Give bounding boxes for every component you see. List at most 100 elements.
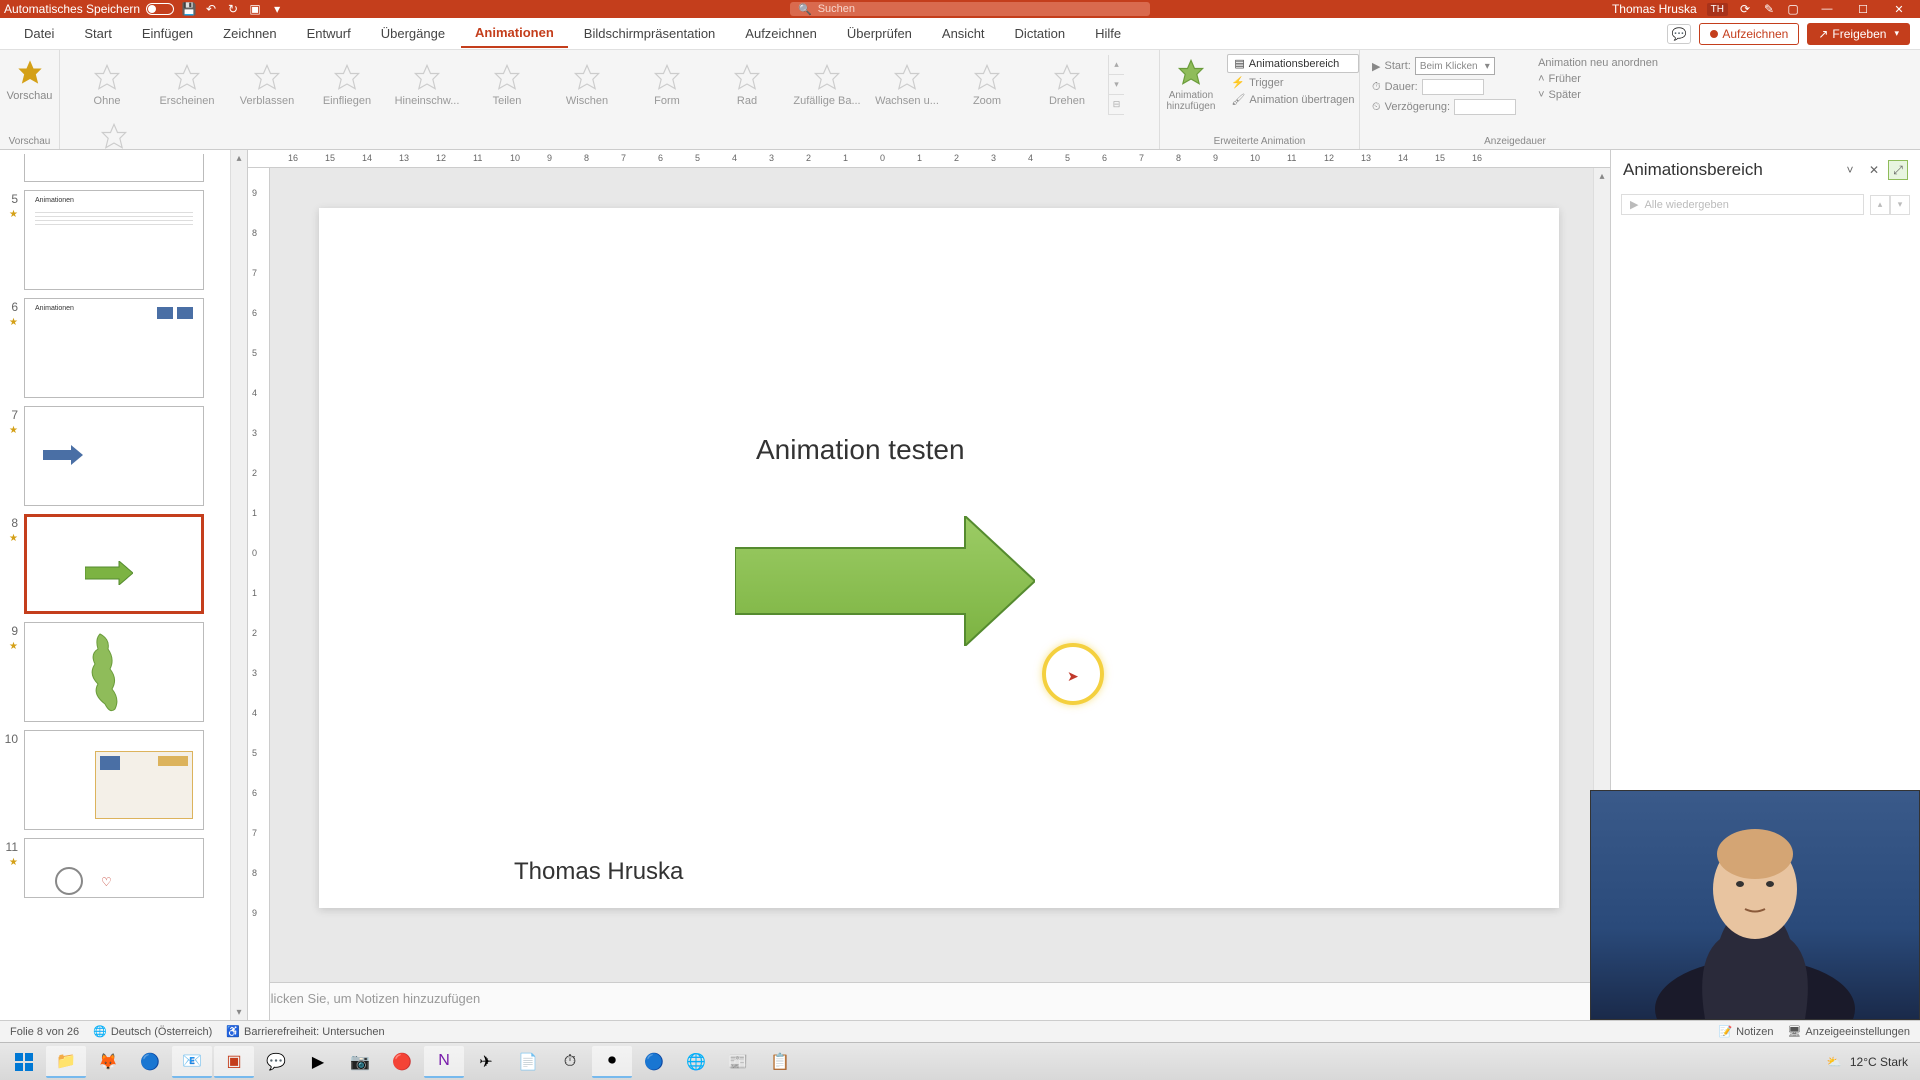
thumb-9[interactable]	[24, 622, 204, 722]
maximize-button[interactable]: ☐	[1846, 1, 1880, 17]
app5-icon[interactable]: ⏱	[550, 1046, 590, 1078]
thumb-11[interactable]: ♡	[24, 838, 204, 898]
trigger-button[interactable]: ⚡Trigger	[1227, 75, 1358, 90]
anim-zoom[interactable]: Zoom	[948, 54, 1026, 116]
animation-pane-button[interactable]: ▤Animationsbereich	[1227, 54, 1358, 73]
anim-drehen[interactable]: Drehen	[1028, 54, 1106, 116]
share-button[interactable]: ↗ Freigeben ▾	[1807, 23, 1910, 45]
username-label[interactable]: Thomas Hruska	[1612, 2, 1697, 16]
anim-einfliegen[interactable]: Einfliegen	[308, 54, 386, 116]
tab-uebergaenge[interactable]: Übergänge	[367, 20, 459, 47]
tab-entwurf[interactable]: Entwurf	[293, 20, 365, 47]
vlc-icon[interactable]: ▶	[298, 1046, 338, 1078]
accessibility-status[interactable]: ♿Barrierefreiheit: Untersuchen	[226, 1025, 384, 1038]
slide-list[interactable]: 5★Animationen 6★Animationen 7★ 8★ 9★ 10 …	[0, 150, 230, 1020]
anim-verblassen[interactable]: Verblassen	[228, 54, 306, 116]
duration-input[interactable]	[1422, 79, 1484, 95]
draw-icon[interactable]: ✎	[1762, 2, 1776, 16]
slide-footer-text[interactable]: Thomas Hruska	[514, 858, 683, 886]
notes-button[interactable]: 📝Notizen	[1718, 1025, 1773, 1038]
start-select[interactable]: Beim Klicken▾	[1415, 57, 1495, 75]
anim-hineinschweben[interactable]: Hineinschw...	[388, 54, 466, 116]
onenote-icon[interactable]: N	[424, 1046, 464, 1078]
scroll-down-icon[interactable]: ▾	[231, 1004, 247, 1020]
anim-wachsen[interactable]: Wachsen u...	[868, 54, 946, 116]
earlier-button[interactable]: ˄Früher	[1534, 72, 1662, 86]
record-button[interactable]: Aufzeichnen	[1699, 23, 1799, 45]
pane-close-icon[interactable]: ✕	[1864, 160, 1884, 180]
later-button[interactable]: ˅Später	[1534, 88, 1662, 102]
scroll-up-icon[interactable]: ▴	[231, 150, 247, 166]
telegram-icon[interactable]: ✈	[466, 1046, 506, 1078]
present-icon[interactable]: ▣	[248, 2, 262, 16]
system-tray[interactable]: ⛅ 12°C Stark	[1827, 1055, 1916, 1069]
tab-einfuegen[interactable]: Einfügen	[128, 20, 207, 47]
app9-icon[interactable]: 📋	[760, 1046, 800, 1078]
user-initials[interactable]: TH	[1707, 3, 1728, 16]
undo-icon[interactable]: ↶	[204, 2, 218, 16]
start-button[interactable]	[4, 1046, 44, 1078]
delay-input[interactable]	[1454, 99, 1516, 115]
tab-datei[interactable]: Datei	[10, 20, 68, 47]
autosave-toggle[interactable]: Automatisches Speichern	[4, 2, 174, 16]
display-settings-button[interactable]: 🖥Anzeigeeinstellungen	[1787, 1025, 1910, 1038]
animation-painter-button[interactable]: 🖌Animation übertragen	[1227, 92, 1358, 107]
firefox-icon[interactable]: 🦊	[88, 1046, 128, 1078]
tab-bildschirm[interactable]: Bildschirmpräsentation	[570, 20, 730, 47]
anim-wischen[interactable]: Wischen	[548, 54, 626, 116]
comments-button[interactable]: 💬	[1667, 24, 1691, 44]
explorer-icon[interactable]: 📁	[46, 1046, 86, 1078]
green-arrow-shape[interactable]	[735, 516, 1035, 646]
slide-counter[interactable]: Folie 8 von 26	[10, 1026, 79, 1038]
anim-form[interactable]: Form	[628, 54, 706, 116]
app3-icon[interactable]: 🔴	[382, 1046, 422, 1078]
tab-dictation[interactable]: Dictation	[1001, 20, 1080, 47]
tab-ueberpruefen[interactable]: Überprüfen	[833, 20, 926, 47]
thumb-5[interactable]: Animationen	[24, 190, 204, 290]
tab-zeichnen[interactable]: Zeichnen	[209, 20, 290, 47]
search-input[interactable]: 🔍 Suchen	[790, 2, 1150, 16]
outlook-icon[interactable]: 📧	[172, 1046, 212, 1078]
anim-rad[interactable]: Rad	[708, 54, 786, 116]
app-icon[interactable]: 💬	[256, 1046, 296, 1078]
pane-chevron-icon[interactable]: ˅	[1840, 160, 1860, 180]
slide-title-text[interactable]: Animation testen	[756, 434, 965, 466]
app8-icon[interactable]: 📰	[718, 1046, 758, 1078]
tab-animationen[interactable]: Animationen	[461, 19, 568, 48]
app6-icon[interactable]: ⏺	[592, 1046, 632, 1078]
anim-zufaellige[interactable]: Zufällige Ba...	[788, 54, 866, 116]
window-icon[interactable]: ▢	[1786, 2, 1800, 16]
powerpoint-icon[interactable]: ▣	[214, 1046, 254, 1078]
edge-icon[interactable]: 🌐	[676, 1046, 716, 1078]
thumbnail-scrollbar[interactable]: ▴ ▾	[230, 150, 247, 1020]
close-button[interactable]: ✕	[1882, 1, 1916, 17]
sync-icon[interactable]: ⟳	[1738, 2, 1752, 16]
anim-erscheinen[interactable]: Erscheinen	[148, 54, 226, 116]
dropdown-icon[interactable]: ▾	[270, 2, 284, 16]
anim-ohne[interactable]: Ohne	[68, 54, 146, 116]
thumb-7[interactable]	[24, 406, 204, 506]
chrome-icon[interactable]: 🔵	[130, 1046, 170, 1078]
add-animation-button[interactable]: Animation hinzufügen	[1160, 54, 1221, 116]
thumb-6[interactable]: Animationen	[24, 298, 204, 398]
save-icon[interactable]: 💾	[182, 2, 196, 16]
tab-aufzeichnen[interactable]: Aufzeichnen	[731, 20, 831, 47]
minimize-button[interactable]: —	[1810, 1, 1844, 17]
gallery-scroll[interactable]: ▴▾⊟	[1108, 55, 1124, 115]
app4-icon[interactable]: 📄	[508, 1046, 548, 1078]
toggle-switch-icon[interactable]	[146, 3, 174, 15]
thumb-4[interactable]	[24, 154, 204, 182]
pane-popout-icon[interactable]: ⤢	[1888, 160, 1908, 180]
move-down-button[interactable]: ▾	[1890, 195, 1910, 215]
move-up-button[interactable]: ▴	[1870, 195, 1890, 215]
thumb-8-selected[interactable]	[24, 514, 204, 614]
anim-teilen[interactable]: Teilen	[468, 54, 546, 116]
tab-start[interactable]: Start	[70, 20, 125, 47]
app7-icon[interactable]: 🔵	[634, 1046, 674, 1078]
notes-pane[interactable]: Klicken Sie, um Notizen hinzuzufügen	[248, 982, 1610, 1020]
tab-ansicht[interactable]: Ansicht	[928, 20, 999, 47]
language-status[interactable]: 🌐Deutsch (Österreich)	[93, 1025, 212, 1038]
preview-button[interactable]: Vorschau	[1, 54, 59, 106]
redo-icon[interactable]: ↻	[226, 2, 240, 16]
thumb-10[interactable]	[24, 730, 204, 830]
